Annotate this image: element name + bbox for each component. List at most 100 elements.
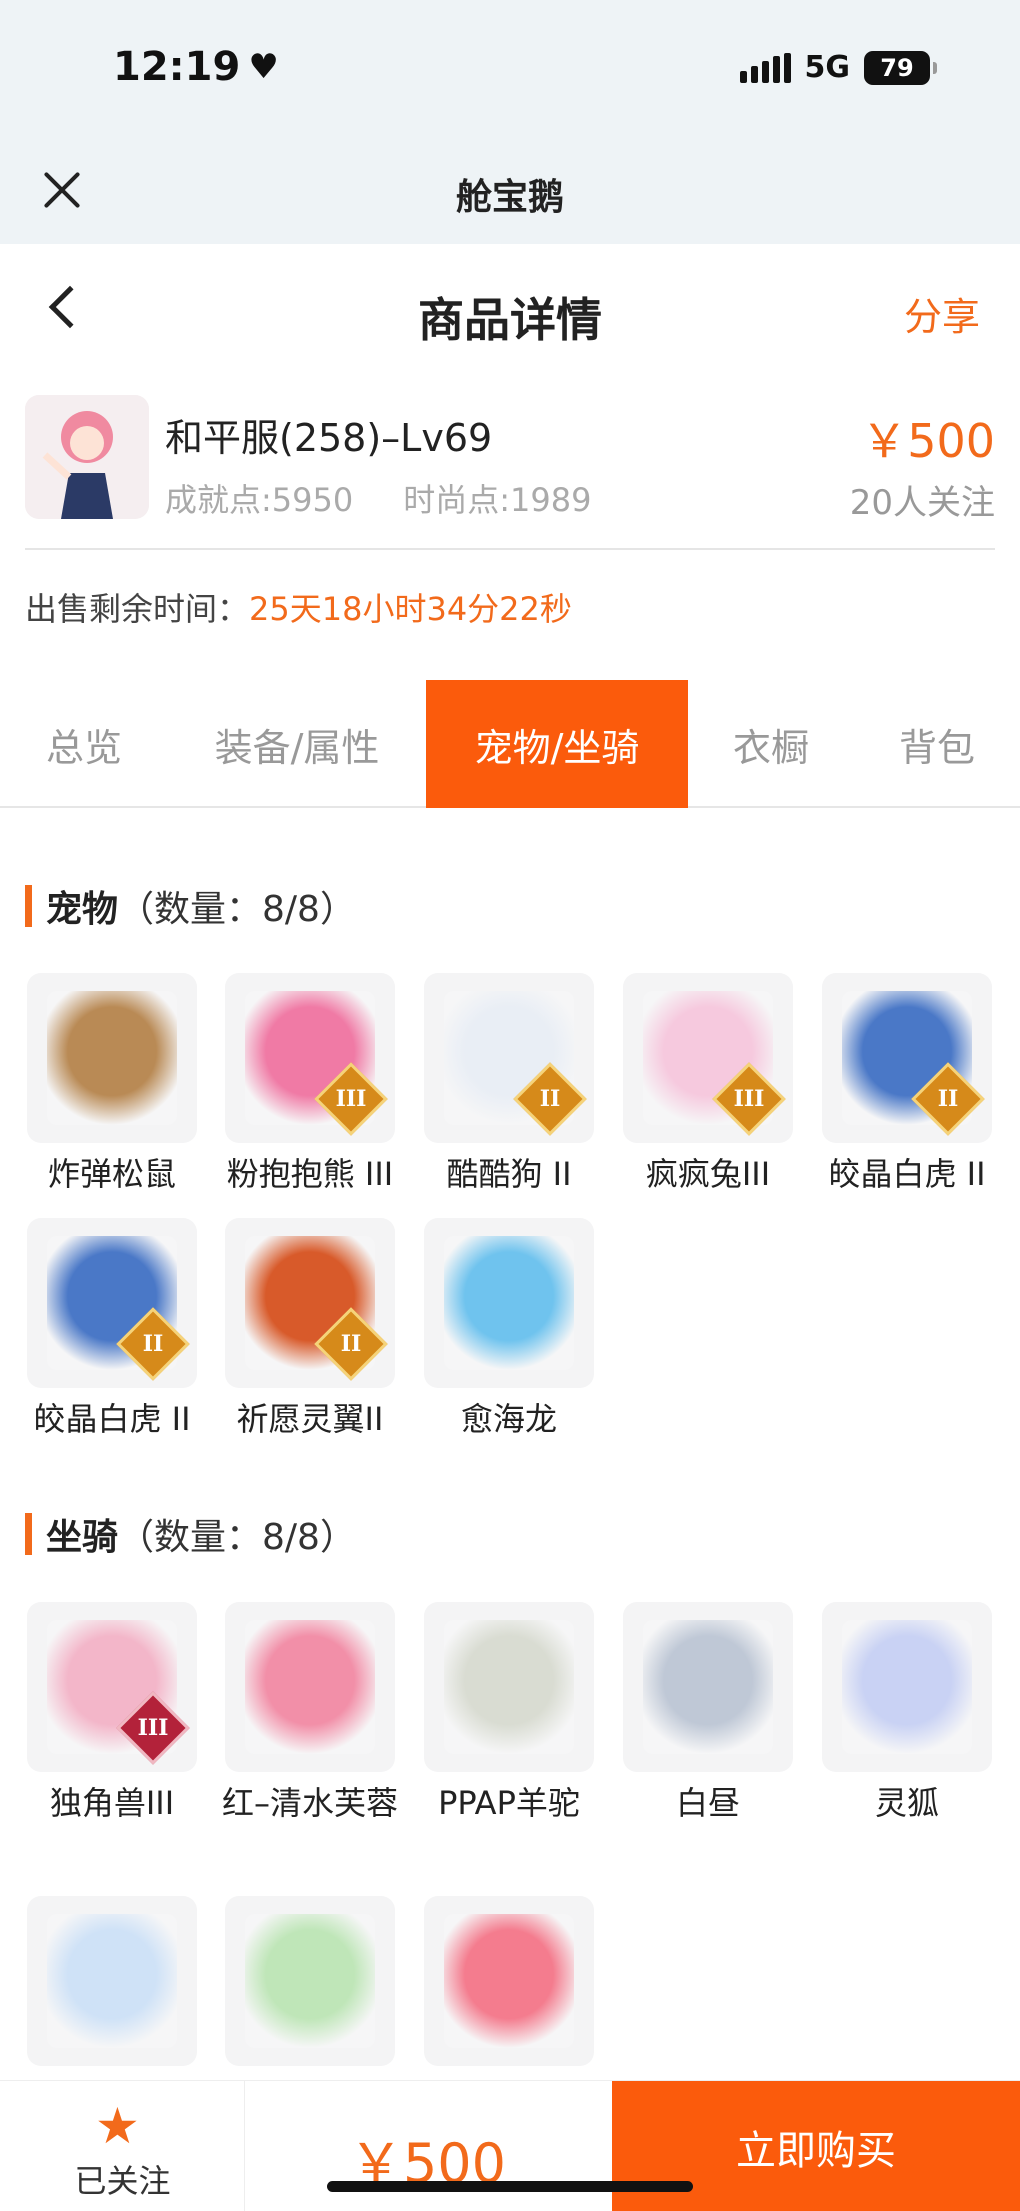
achievement-points: 成就点:5950 [165,481,354,519]
signal-icon [739,52,791,83]
character-avatar [25,395,149,519]
tab-pets-mounts[interactable]: 宠物/坐骑 [426,680,688,808]
app-title: 舱宝鹅 [455,177,564,218]
pet-name: 愈海龙 [460,1400,557,1438]
page-header: 商品详情 分享 [0,244,1020,374]
pet-name: 疯疯兔III [645,1155,771,1193]
status-time: 12:19 ♥ [113,44,279,90]
mount-artwork [245,1620,375,1754]
pet-item[interactable]: II 皎晶白虎 II [27,1218,197,1441]
mount-artwork [444,1620,574,1754]
pet-thumbnail: III [623,973,793,1143]
status-time-text: 12:19 [113,44,241,90]
mounts-section-title: 坐骑 [46,1517,119,1558]
mount-thumbnail [822,1602,992,1772]
pet-name: 皎晶白虎 II [33,1400,191,1438]
pet-thumbnail [27,973,197,1143]
mount-thumbnail [225,1896,395,2066]
fashion-points: 时尚点:1989 [403,481,592,519]
mount-item[interactable]: PPAP羊驼 [424,1602,594,1825]
mount-artwork [245,1914,375,2048]
mount-name: 红–清水芙蓉 [221,1784,398,1822]
status-indicators: 5G 79 [739,50,937,85]
page-title: 商品详情 [418,293,602,347]
mount-thumbnail [424,1602,594,1772]
tier-badge-label: III [733,1086,765,1112]
share-button[interactable]: 分享 [904,286,980,341]
detail-tabs: 总览 装备/属性 宠物/坐骑 衣橱 背包 [0,680,1020,808]
mount-artwork [444,1914,574,2048]
product-name: 和平服(258)–Lv69 [165,416,493,460]
pet-artwork [444,1236,574,1370]
heart-icon: ♥ [248,47,279,87]
tab-backpack[interactable]: 背包 [854,680,1020,808]
mount-artwork [842,1620,972,1754]
pet-name: 皎晶白虎 II [828,1155,986,1193]
pet-thumbnail: II [822,973,992,1143]
mount-item[interactable] [424,1896,594,2076]
mount-item[interactable] [27,1896,197,2076]
pet-item[interactable]: 愈海龙 [424,1218,594,1441]
pet-thumbnail: II [225,1218,395,1388]
product-stats: 成就点:5950 时尚点:1989 [165,475,591,521]
pet-item[interactable]: II 祈愿灵翼II [225,1218,395,1441]
mounts-section-header: 坐骑 （数量：8/8） [25,1508,356,1560]
mount-artwork [643,1620,773,1754]
pet-name: 酷酷狗 II [446,1155,572,1193]
pet-artwork [47,991,177,1125]
sale-remaining-label: 出售剩余时间： [25,590,250,628]
pet-name: 祈愿灵翼II [236,1400,384,1438]
tier-badge-label: III [335,1086,367,1112]
section-accent-bar [25,1513,32,1555]
section-accent-bar [25,885,32,927]
product-price: ￥500 [861,414,995,468]
mount-thumbnail [27,1896,197,2066]
pet-thumbnail: II [27,1218,197,1388]
pet-item[interactable]: III 疯疯兔III [623,973,793,1196]
mount-name: PPAP羊驼 [438,1784,580,1822]
sale-remaining-time: 出售剩余时间：25天18小时34分22秒 [25,584,572,630]
mount-name: 灵狐 [874,1784,939,1822]
mount-item[interactable]: 白昼 [623,1602,793,1825]
app-topbar: 12:19 ♥ 5G 79 舱宝鹅 [0,0,1020,244]
mount-thumbnail [225,1602,395,1772]
tab-equipment[interactable]: 装备/属性 [168,680,426,808]
mount-item[interactable]: 灵狐 [822,1602,992,1825]
mounts-section-count: （数量：8/8） [118,1517,356,1558]
mount-thumbnail [623,1602,793,1772]
product-summary: 和平服(258)–Lv69 成就点:5950 时尚点:1989 ￥500 20人… [0,385,1020,550]
follow-button[interactable]: ★ 已关注 [0,2081,245,2211]
pet-item[interactable]: 炸弹松鼠 [27,973,197,1196]
pet-name: 炸弹松鼠 [47,1155,176,1193]
divider [25,548,995,550]
tier-badge-label: II [340,1331,362,1357]
pet-thumbnail [424,1218,594,1388]
pet-thumbnail: III [225,973,395,1143]
mount-thumbnail [424,1896,594,2066]
pets-section-header: 宠物 （数量：8/8） [25,880,356,932]
pet-item[interactable]: II 皎晶白虎 II [822,973,992,1196]
home-indicator [327,2181,693,2192]
pet-name: 粉抱抱熊 III [226,1155,394,1193]
sale-remaining-value: 25天18小时34分22秒 [249,590,572,628]
battery-level: 79 [880,53,914,82]
tab-wardrobe[interactable]: 衣橱 [688,680,854,808]
mount-name: 白昼 [675,1784,740,1822]
mount-item[interactable]: 红–清水芙蓉 [222,1602,398,1825]
tier-badge-label: II [142,1331,164,1357]
follower-count: 20人关注 [849,483,995,523]
mount-item[interactable]: III 独角兽III [27,1602,197,1825]
battery-icon: 79 [864,50,937,85]
mount-name: 独角兽III [49,1784,175,1822]
tab-overview[interactable]: 总览 [0,680,168,808]
network-label: 5G [804,50,851,85]
pets-section-title: 宠物 [46,889,119,930]
tier-badge-label: III [137,1715,169,1741]
mount-item[interactable] [225,1896,395,2076]
follow-label: 已关注 [74,2162,171,2200]
mount-thumbnail: III [27,1602,197,1772]
pet-item[interactable]: II 酷酷狗 II [424,973,594,1196]
star-icon: ★ [95,2097,140,2155]
tier-badge-label: II [937,1086,959,1112]
pet-item[interactable]: III 粉抱抱熊 III [225,973,395,1196]
